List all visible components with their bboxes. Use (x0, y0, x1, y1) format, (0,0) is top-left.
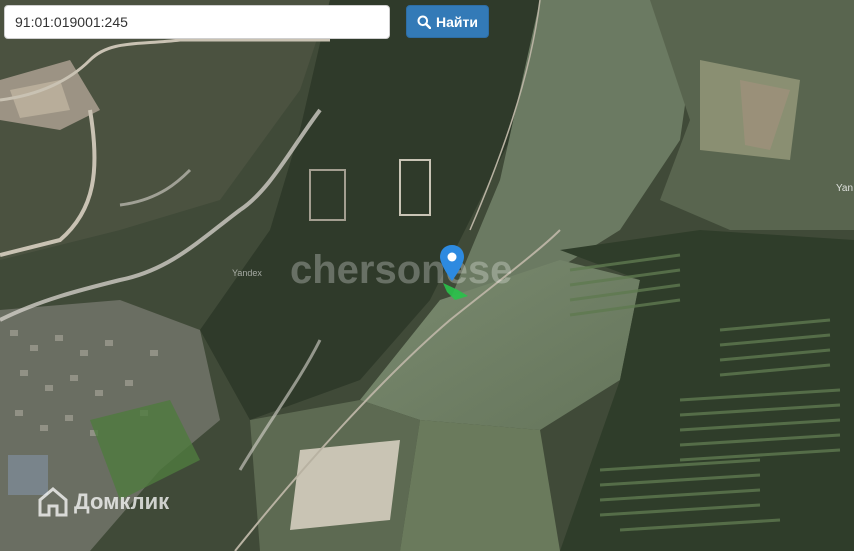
house-logo-icon (38, 487, 68, 517)
map-watermark: chersonese (290, 248, 513, 292)
location-pin-icon[interactable] (440, 245, 464, 286)
map-provider-label: Yandex (232, 268, 262, 278)
brand-label: Домклик (74, 489, 170, 514)
search-button-label: Найти (436, 13, 478, 30)
map-place-label: Yan (836, 183, 854, 194)
search-button[interactable]: Найти (406, 5, 489, 38)
cadastral-search-input[interactable]: 91:01:019001:245 (4, 5, 390, 39)
search-icon (417, 15, 432, 29)
brand-logo: Домклик (38, 487, 169, 517)
